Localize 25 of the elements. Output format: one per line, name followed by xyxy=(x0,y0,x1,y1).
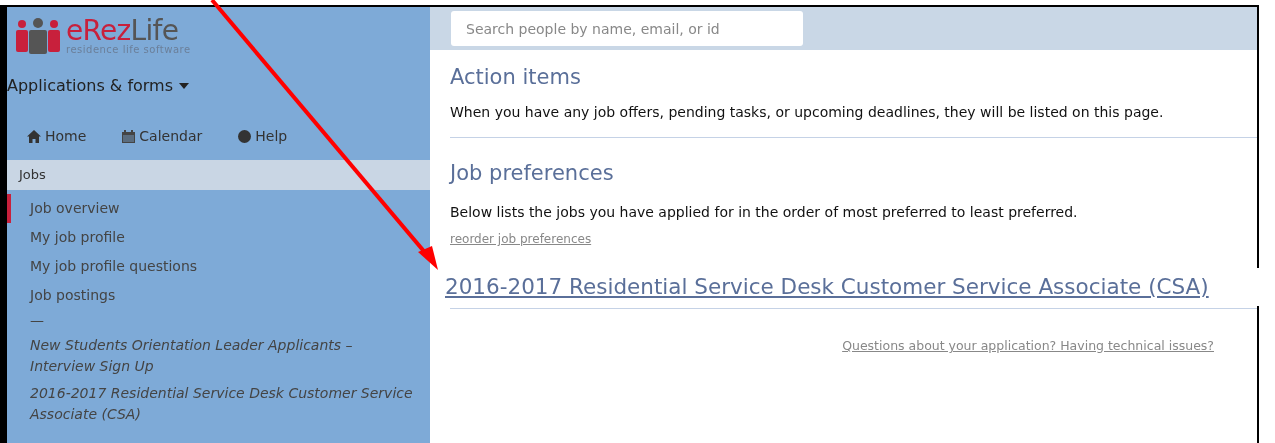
caret-icon xyxy=(179,83,190,89)
calendar-icon xyxy=(122,129,136,143)
search-field[interactable]: Search people by name, email, or id xyxy=(451,11,803,46)
sidebar-link[interactable]: Job overview xyxy=(7,194,430,223)
info-text: When you have any job offers, pending tasks, or upcoming deadlines, they will be listed on this page. xyxy=(450,103,1165,122)
logo-icon xyxy=(14,18,62,54)
section-title: Action items xyxy=(450,64,582,90)
info-text: Below lists the jobs you have applied for in the order of most preferred to least preferred. xyxy=(450,203,1079,222)
section-header: Jobs xyxy=(7,160,430,190)
sidebar-link[interactable]: Job postings xyxy=(7,281,430,310)
nav-link[interactable]: Help xyxy=(238,125,288,147)
sidebar-link[interactable]: My job profile xyxy=(7,223,430,252)
sidebar-link[interactable]: My job profile questions xyxy=(7,252,430,281)
nav-link[interactable]: Home xyxy=(27,125,87,147)
section-title: Job preferences xyxy=(450,160,615,186)
logo-tagline: residence life software xyxy=(66,45,191,55)
reorder-link[interactable]: reorder job preferences xyxy=(450,230,592,248)
home-icon xyxy=(27,129,41,143)
applications-menu[interactable]: Applications & forms xyxy=(7,73,190,99)
separator-dash: — xyxy=(29,311,44,330)
application-link[interactable]: 2016-2017 Residential Service Desk Customer Service Associate (CSA) xyxy=(7,380,422,428)
application-link[interactable]: New Students Orientation Leader Applicants – Interview Sign Up xyxy=(7,332,422,380)
help-link[interactable]: Questions about your application? Having technical issues? xyxy=(842,337,1214,356)
logo-wordmark: eRezLife xyxy=(66,17,179,45)
nav-link[interactable]: Calendar xyxy=(122,125,203,147)
